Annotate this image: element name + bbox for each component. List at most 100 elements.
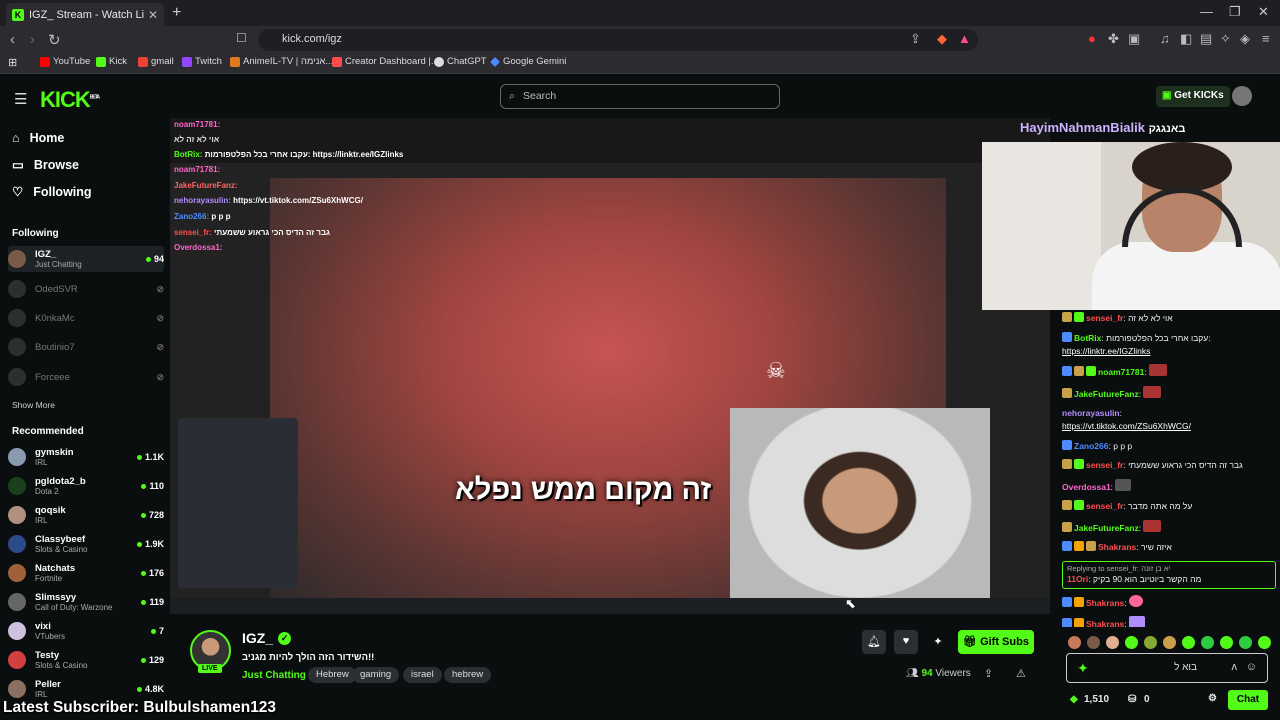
sidebar-icon[interactable]: ◧ <box>1180 31 1192 47</box>
vpn-icon[interactable]: ◈ <box>1240 31 1250 47</box>
hamburger-menu-icon[interactable]: ☰ <box>14 90 27 108</box>
sparkle-icon[interactable]: ✦ <box>1077 660 1089 677</box>
media-icon[interactable]: ♫ <box>1160 31 1170 46</box>
recommended-channel[interactable]: vixi VTubers 7 <box>8 618 164 644</box>
bookmark-icon[interactable]: ☐ <box>236 31 247 45</box>
close-window-icon[interactable]: ✕ <box>1258 4 1269 20</box>
recommended-channel[interactable]: Testy Slots & Casino 129 <box>8 647 164 673</box>
emote-icon[interactable] <box>1258 636 1271 649</box>
recommended-channel[interactable]: Slimssyy Call of Duty: Warzone 119 <box>8 589 164 615</box>
bookmark-gemini[interactable]: Google Gemini <box>490 56 566 67</box>
emote-icon[interactable] <box>1068 636 1081 649</box>
wallet-icon[interactable]: ▤ <box>1200 31 1212 47</box>
stream-title: השידור הזה הולך להיות מגניב!! <box>242 652 375 663</box>
emote-icon[interactable] <box>1201 636 1214 649</box>
emote-icon[interactable] <box>1220 636 1233 649</box>
viewer-count: 👥︎ 94 Viewers <box>906 668 971 679</box>
hype-button[interactable]: ✦ <box>926 630 950 654</box>
points-balance[interactable]: 0 <box>1144 694 1150 705</box>
video-caption: זה מקום ממש נפלא <box>455 474 712 506</box>
recommended-channel[interactable]: gymskin IRL 1.1K <box>8 444 164 470</box>
close-tab-icon[interactable]: ✕ <box>148 8 158 22</box>
recommended-channel[interactable]: Natchats Fortnite 176 <box>8 560 164 586</box>
send-chat-button[interactable]: Chat <box>1228 690 1268 710</box>
following-channel[interactable]: IGZ_ Just Chatting 94 <box>8 246 164 272</box>
get-kicks-button[interactable]: ▣ Get KICKs <box>1156 86 1230 107</box>
recommended-channel[interactable]: pgldota2_b Dota 2 110 <box>8 473 164 499</box>
bookmark-kick[interactable]: Kick <box>96 56 127 67</box>
following-channel[interactable]: Boutinio7 ⊘ <box>8 334 164 360</box>
back-icon[interactable]: ‹ <box>10 31 15 48</box>
chat-link[interactable]: https://linktr.ee/IGZlinks <box>1062 346 1150 356</box>
following-channel[interactable]: Forceee ⊘ <box>8 364 164 390</box>
share-icon[interactable]: ⇪ <box>910 31 921 47</box>
apps-icon[interactable]: ⊞ <box>8 56 17 69</box>
nav-following[interactable]: ♡ Following <box>12 184 92 200</box>
emote-icon[interactable] <box>1125 636 1138 649</box>
chat-link[interactable]: https://vt.tiktok.com/ZSu6XhWCG/ <box>1062 421 1191 431</box>
stream-tag[interactable]: israel <box>403 667 442 683</box>
settings-gear-icon[interactable]: ⚙ <box>1208 693 1217 704</box>
show-more-link[interactable]: Show More <box>12 400 55 410</box>
stream-tag[interactable]: gaming <box>352 667 400 683</box>
menu-icon[interactable]: ≡ <box>1262 31 1270 46</box>
forward-icon[interactable]: › <box>30 31 35 48</box>
avatar <box>8 368 26 386</box>
report-icon[interactable]: ⚠ <box>1016 667 1026 680</box>
emote-icon[interactable] <box>1106 636 1119 649</box>
emote-icon[interactable] <box>1087 636 1100 649</box>
video-player[interactable]: noam71781: אוי לא זה לא BotRix: עקבו אחר… <box>170 118 1050 614</box>
sparkle-icon: ✦ <box>933 636 943 648</box>
extensions-icon[interactable]: ✤ <box>1108 31 1119 47</box>
kick-logo[interactable]: KICKBETA <box>40 87 100 113</box>
leo-icon[interactable]: ✧ <box>1220 31 1231 47</box>
follow-button[interactable]: ♥ <box>894 630 918 654</box>
streamer-name[interactable]: IGZ_ ✓ <box>242 630 292 646</box>
translate-icon[interactable]: ʌ <box>1232 661 1238 673</box>
search-input[interactable]: ⌕ Search <box>500 84 780 109</box>
emote-icon[interactable] <box>1239 636 1252 649</box>
following-channel[interactable]: K0nkaMc ⊘ <box>8 305 164 331</box>
notification-bell-button[interactable]: 🔔︎ <box>862 630 886 654</box>
offline-icon: ⊘ <box>156 371 164 382</box>
maximize-icon[interactable]: ❐ <box>1229 4 1241 20</box>
overlay-chat-line: noam71781: <box>174 120 221 129</box>
chat-message: nehorayasulin: https://vt.tiktok.com/ZSu6… <box>1062 408 1191 431</box>
kick-favicon-icon: K <box>12 8 24 21</box>
nav-browse[interactable]: ▭ Browse <box>12 157 79 173</box>
minimize-icon[interactable]: — <box>1200 4 1213 19</box>
chat-input[interactable]: בוא ל ✦ ʌ ☺ <box>1066 653 1268 683</box>
live-dot-icon <box>140 512 146 518</box>
recommended-channel[interactable]: Classybeef Slots & Casino 1.9K <box>8 531 164 557</box>
brave-shield-icon[interactable]: ◆ <box>937 31 947 47</box>
share-icon[interactable]: ⇪ <box>984 667 993 680</box>
emote-icon[interactable] <box>1144 636 1157 649</box>
emote-icon[interactable] <box>1182 636 1195 649</box>
extension-record-icon[interactable]: ● <box>1088 31 1096 46</box>
screenshot-icon[interactable]: ▣ <box>1128 31 1140 47</box>
bookmark-gmail[interactable]: gmail <box>138 56 174 67</box>
recommended-channel[interactable]: qoqsik IRL 728 <box>8 502 164 528</box>
bookmark-animeil[interactable]: AnimeIL-TV | אנימה... <box>230 56 333 67</box>
user-avatar[interactable] <box>1232 86 1252 106</box>
chat-message: JakeFutureFanz: <box>1062 385 1276 401</box>
stream-tag[interactable]: Hebrew <box>308 667 357 683</box>
bookmark-twitch[interactable]: Twitch <box>182 56 222 67</box>
stream-category[interactable]: Just Chatting <box>242 670 306 681</box>
stream-tag[interactable]: hebrew <box>444 667 492 683</box>
following-channel[interactable]: OdedSVR ⊘ <box>8 276 164 302</box>
bookmark-creator-dashboard[interactable]: Creator Dashboard |... <box>332 56 439 67</box>
bookmark-chatgpt[interactable]: ChatGPT <box>434 56 487 67</box>
kicks-balance[interactable]: 1,510 <box>1084 694 1109 705</box>
url-field[interactable]: kick.com/igz <box>258 29 978 51</box>
gift-subs-button[interactable]: 🎁︎ Gift Subs <box>958 630 1034 654</box>
bookmark-youtube[interactable]: YouTube <box>40 56 90 67</box>
reload-icon[interactable]: ↻ <box>48 31 61 49</box>
rewards-icon[interactable]: ▲ <box>958 31 971 46</box>
browser-tab[interactable]: K IGZ_ Stream - Watch Live on K ✕ <box>6 3 164 26</box>
emoji-icon[interactable]: ☺ <box>1246 661 1257 673</box>
nav-home[interactable]: ⌂ Home <box>12 131 64 145</box>
gift-badge-icon <box>1074 596 1084 607</box>
new-tab-icon[interactable]: + <box>172 4 181 22</box>
emote-icon[interactable] <box>1163 636 1176 649</box>
